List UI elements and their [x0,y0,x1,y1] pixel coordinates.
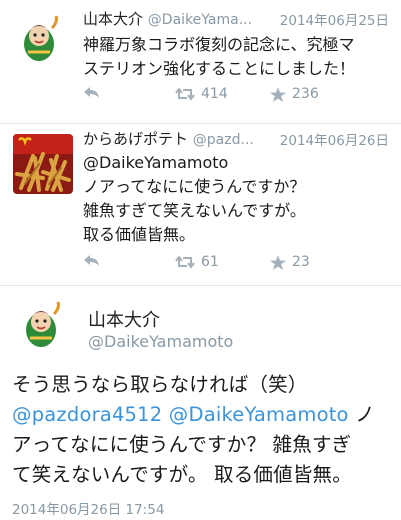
favorite-count: 236 [292,86,319,102]
author-name[interactable]: 山本大介 @DaikeYama... [83,8,252,29]
tweet-text: @DaikeYamamoto ノアってなにに使うんですか？ 雑魚すぎて笑えないん… [83,151,306,247]
avatar[interactable] [18,300,68,350]
retweet-icon [175,255,195,269]
tweet-text-fragment: ノ [348,403,375,426]
tweet-text-line: 取る価値皆無。 [83,225,196,244]
tweet-text: そう思うなら取らなければ（笑） @pazdora4512 @DaikeYamam… [12,370,397,490]
tweet-text: 神羅万象コラボ復刻の記念に、究極マ ステリオン強化することにしました！ [83,33,355,81]
tweet-actions: 61 23 [83,254,383,274]
tweet-item[interactable]: からあげポテト @pazd... 2014年06月26日 @DaikeYamam… [0,124,401,284]
tweet-text-line: @DaikeYamamoto [83,153,229,172]
tweet-text-line: アってなにに使うんですか？ 雑魚すぎ [12,433,352,456]
retweet-count: 414 [201,86,228,102]
daruma-avatar-icon [18,300,68,350]
mention-link[interactable]: @DaikeYamamoto [169,403,349,426]
tweet-text-line: @pazdora4512 @DaikeYamamoto ノ [12,400,397,430]
favorite-icon [270,86,286,102]
reply-icon [84,87,99,98]
mention-link[interactable]: @pazdora4512 [12,403,162,426]
avatar[interactable] [13,134,73,194]
display-name[interactable]: からあげポテト [83,130,188,148]
user-handle[interactable]: @DaikeYamamoto [88,332,233,351]
tweet-text-line: ノアってなにに使うんですか？ [83,177,306,196]
display-name[interactable]: 山本大介 [88,306,160,332]
daruma-avatar-icon [16,14,66,64]
display-name[interactable]: 山本大介 [83,10,143,28]
tweet-text-line: そう思うなら取らなければ（笑） [12,373,308,396]
retweet-count: 61 [201,254,219,270]
tweet-text-line: 雑魚すぎて笑えないんですが。 [83,201,306,220]
tweet-text-line: 神羅万象コラボ復刻の記念に、究極マ [83,35,355,54]
tweet-detail: 山本大介 @DaikeYamamoto そう思うなら取らなければ（笑） @paz… [0,286,401,520]
favorite-icon [270,254,286,270]
tweet-text-line: ステリオン強化することにしました！ [83,59,356,78]
tweet-item[interactable]: 山本大介 @DaikeYama... 2014年06月25日 神羅万象コラボ復刻… [0,0,401,123]
tweet-date: 2014年06月26日 [279,133,389,149]
tweet-timestamp: 2014年06月26日 17:54 [12,502,165,518]
retweet-button[interactable]: 61 [175,254,219,270]
retweet-button[interactable]: 414 [175,86,228,102]
tweet-date: 2014年06月25日 [279,13,389,29]
avatar[interactable] [16,14,66,64]
author-name[interactable]: からあげポテト @pazd... [83,128,254,149]
reply-icon [84,255,99,266]
favorite-button[interactable]: 236 [270,86,319,102]
retweet-icon [175,87,195,101]
tweet-text-line: て笑えないんですが。 取る価値皆無。 [12,463,352,486]
user-handle[interactable]: @DaikeYama... [148,12,252,28]
reply-button[interactable] [83,86,101,100]
reply-button[interactable] [83,254,101,268]
fries-avatar-icon [13,134,73,194]
user-handle[interactable]: @pazd... [193,132,254,148]
tweet-actions: 414 236 [83,86,383,106]
favorite-button[interactable]: 23 [270,254,310,270]
favorite-count: 23 [292,254,310,270]
